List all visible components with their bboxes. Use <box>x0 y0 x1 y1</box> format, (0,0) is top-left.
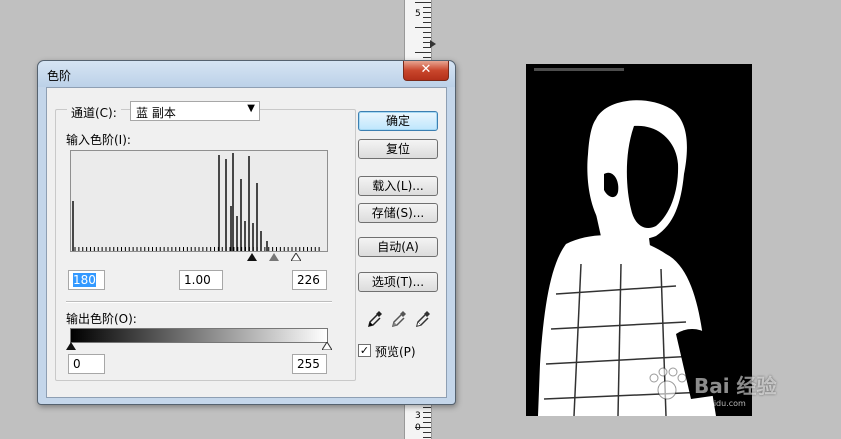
input-levels-label: 输入色阶(I): <box>66 133 131 147</box>
channel-select[interactable]: 蓝 副本 ▼ <box>130 101 260 121</box>
output-black-handle[interactable] <box>66 342 76 350</box>
ruler-tick <box>423 17 431 18</box>
ruler-tick <box>423 22 431 23</box>
ruler-tick <box>423 12 431 13</box>
ruler-tick <box>423 57 431 58</box>
ruler-tick <box>423 417 431 418</box>
check-icon: ✓ <box>359 344 370 357</box>
baidu-watermark: Bai 经验 jingyan.baidu.com <box>642 364 777 414</box>
preview-label: 预览(P) <box>375 345 416 359</box>
output-white-field[interactable]: 255 <box>292 354 327 374</box>
ruler-tick <box>423 432 431 433</box>
dialog-title: 色阶 <box>47 69 72 83</box>
output-white-handle[interactable] <box>322 342 332 350</box>
ruler-tick <box>423 422 431 423</box>
input-black-handle[interactable] <box>247 253 257 261</box>
ruler-tick <box>415 2 431 3</box>
ruler-number: 5 <box>415 9 421 19</box>
close-button[interactable]: ✕ <box>403 61 449 81</box>
options-button[interactable]: 选项(T)... <box>358 272 438 292</box>
channel-value: 蓝 副本 <box>136 106 176 120</box>
white-eyedropper-icon[interactable] <box>414 309 432 329</box>
output-slider[interactable] <box>66 342 332 352</box>
output-gradient-bar <box>70 328 328 343</box>
output-black-field[interactable]: 0 <box>68 354 105 374</box>
load-button[interactable]: 载入(L)... <box>358 176 438 196</box>
ruler-tick <box>423 412 431 413</box>
dropdown-arrow-icon: ▼ <box>247 103 255 114</box>
ruler-tick <box>423 7 431 8</box>
output-levels-label: 输出色阶(O): <box>66 312 137 326</box>
ruler-tick <box>415 52 431 53</box>
ruler-tick <box>423 37 431 38</box>
input-gamma-handle[interactable] <box>269 253 279 261</box>
input-white-field[interactable]: 226 <box>292 270 327 290</box>
histogram <box>70 150 328 252</box>
ruler-number: 3 <box>415 411 421 421</box>
input-gamma-field[interactable]: 1.00 <box>179 270 223 290</box>
ruler-tick <box>423 32 431 33</box>
input-black-field[interactable]: 180 <box>68 270 105 290</box>
input-white-handle[interactable] <box>291 253 301 261</box>
ruler-tick <box>415 27 431 28</box>
histogram-plot <box>72 153 320 251</box>
watermark-url: jingyan.baidu.com <box>672 399 746 408</box>
ok-button[interactable]: 确定 <box>358 111 438 131</box>
dialog-body: 通道(C): 蓝 副本 ▼ 输入色阶(I): 180 1.00 226 输出色阶… <box>46 87 447 398</box>
gray-eyedropper-icon[interactable] <box>390 309 408 329</box>
ruler-tick <box>423 437 431 438</box>
ruler-tick <box>423 407 431 408</box>
black-eyedropper-icon[interactable] <box>366 309 384 329</box>
input-slider[interactable] <box>70 253 328 263</box>
levels-dialog: 色阶 ✕ 通道(C): 蓝 副本 ▼ 输入色阶(I): 180 1.00 226… <box>37 60 456 405</box>
preview-checkbox[interactable]: ✓ <box>358 344 371 357</box>
auto-button[interactable]: 自动(A) <box>358 237 438 257</box>
ruler-marker <box>430 40 436 48</box>
save-button[interactable]: 存储(S)... <box>358 203 438 223</box>
channel-label: 通道(C): <box>67 104 121 121</box>
separator <box>66 301 332 303</box>
close-icon: ✕ <box>420 62 432 77</box>
dialog-titlebar[interactable]: 色阶 ✕ <box>38 61 455 87</box>
paw-icon <box>649 367 687 400</box>
ruler-number: 0 <box>415 423 421 433</box>
watermark-text: Bai 经验 <box>694 374 777 398</box>
reset-button[interactable]: 复位 <box>358 139 438 159</box>
